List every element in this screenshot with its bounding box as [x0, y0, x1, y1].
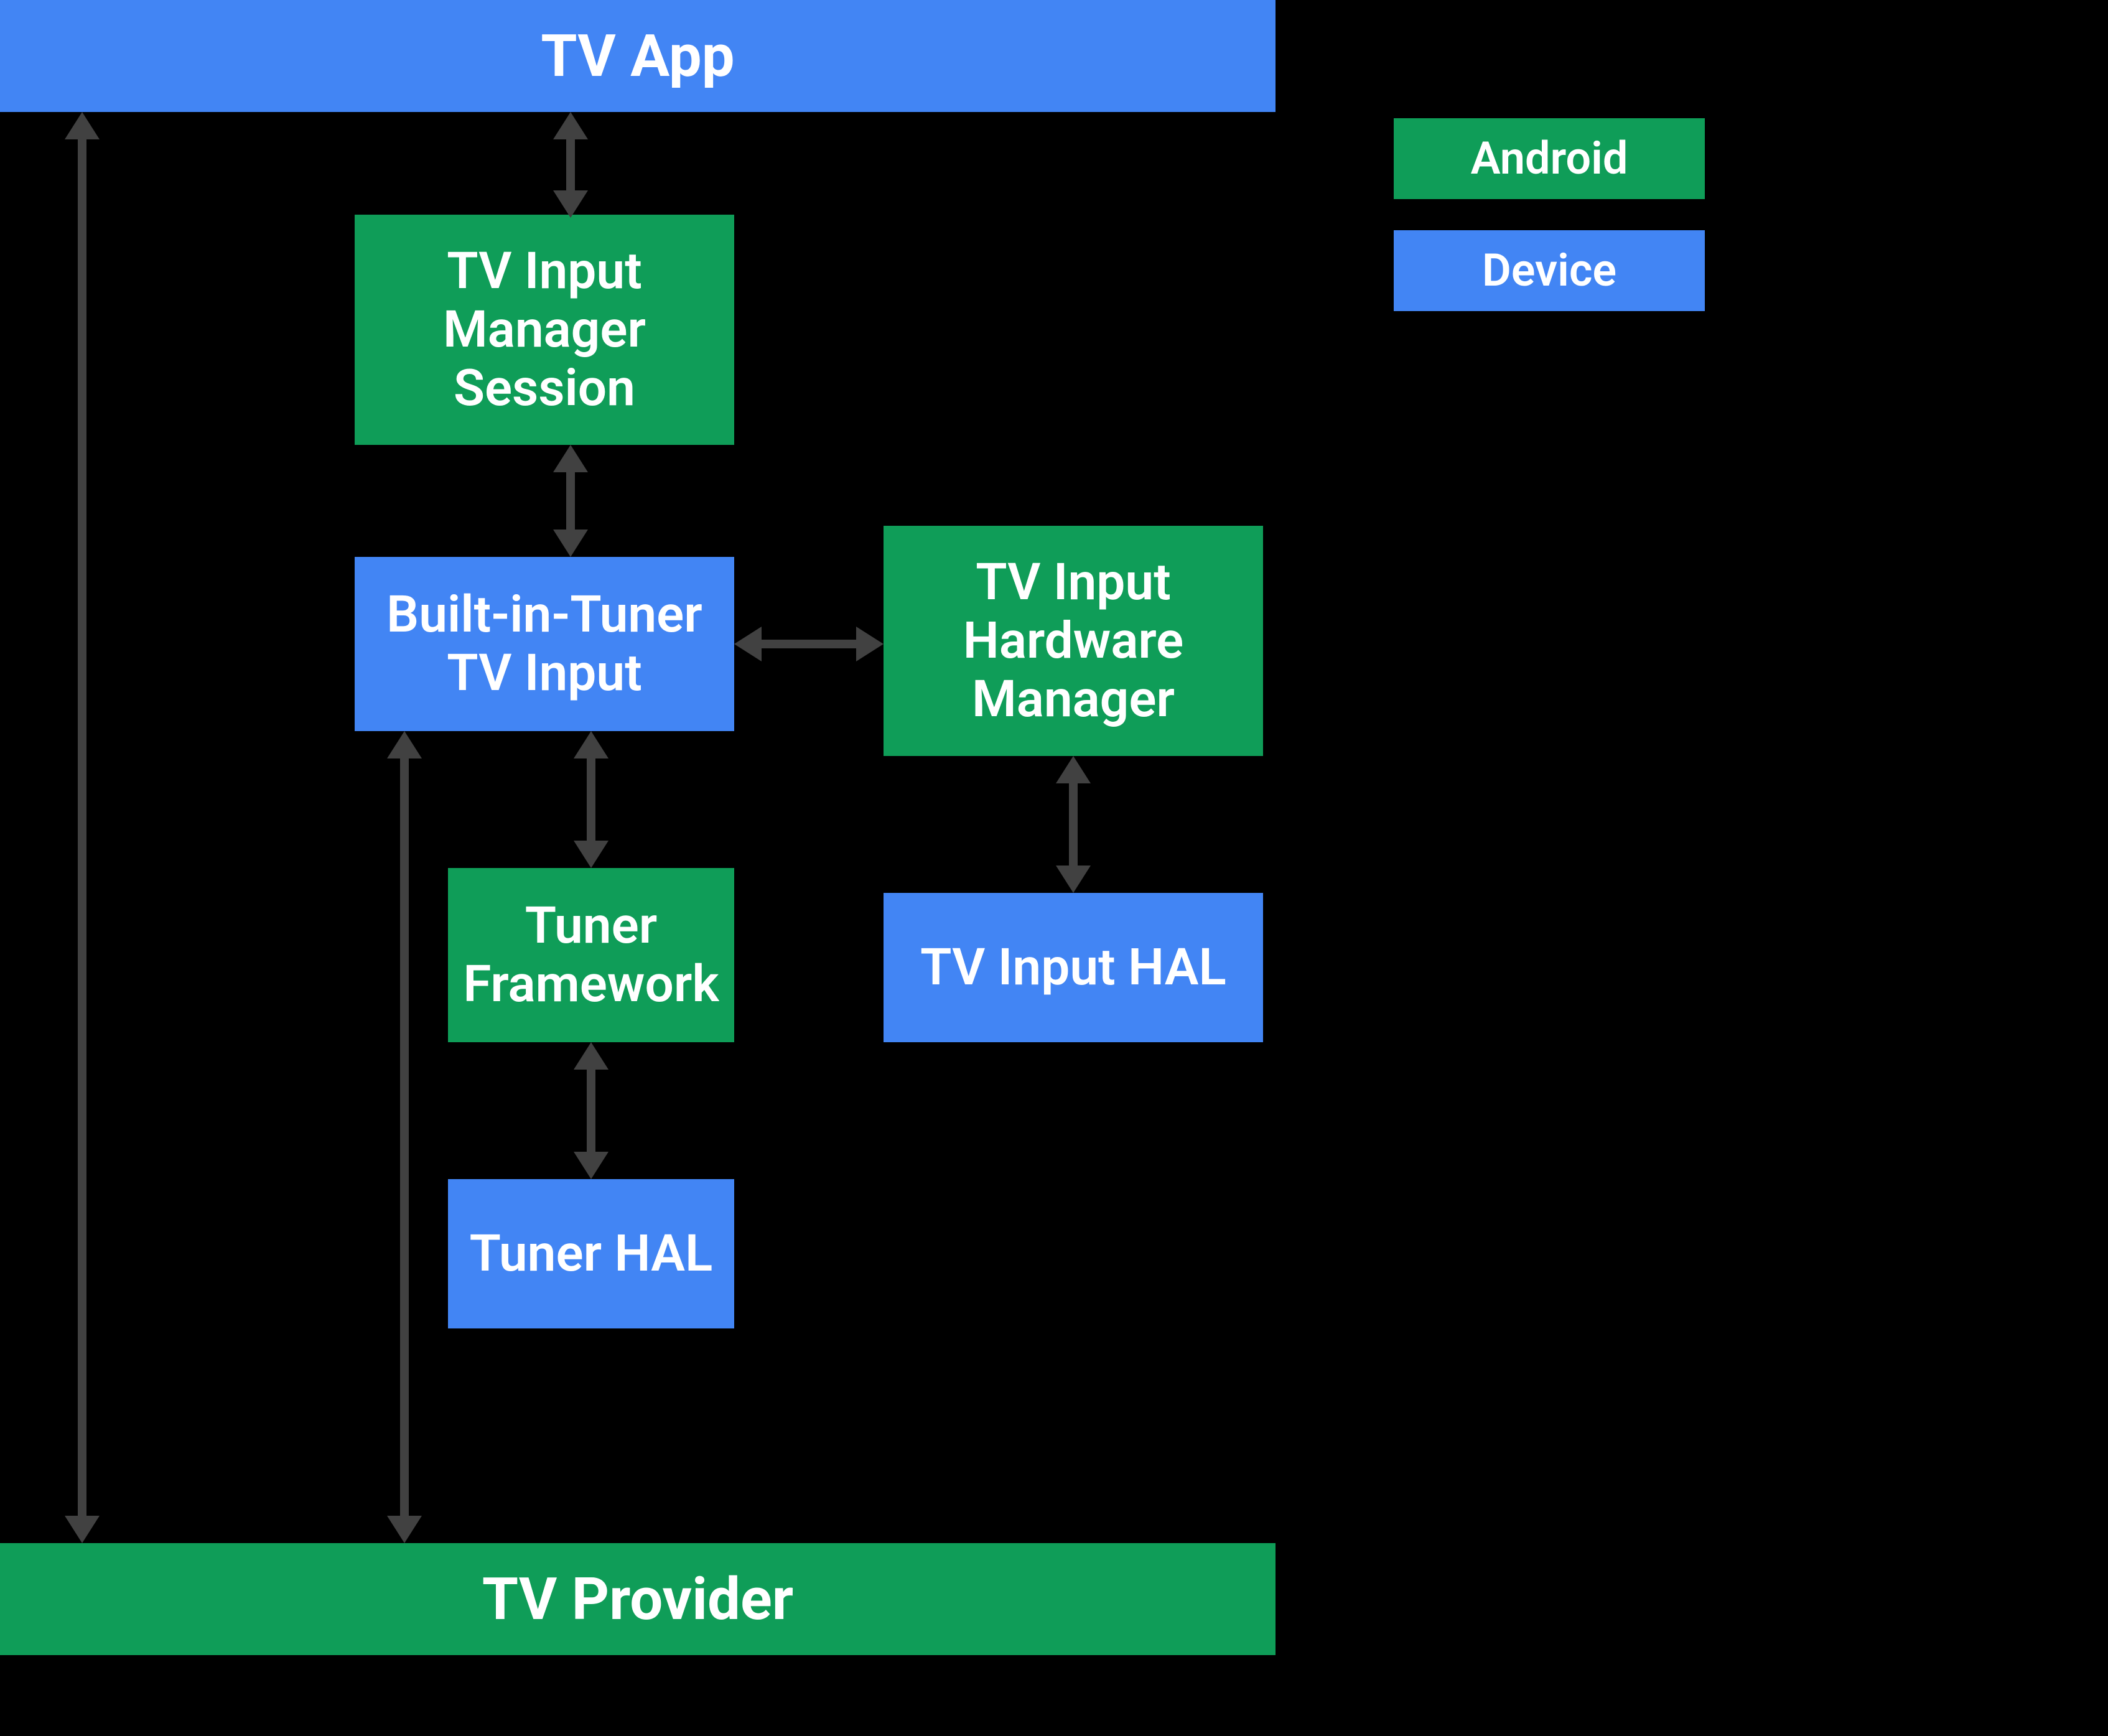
arrow-builtin-hwmgr — [758, 640, 860, 648]
arrowhead-down-icon — [1056, 866, 1091, 893]
arrowhead-up-icon — [387, 731, 422, 758]
arrowhead-up-icon — [574, 731, 609, 758]
arrow-framework-hal — [587, 1066, 595, 1155]
arrowhead-up-icon — [65, 112, 100, 139]
arrow-builtin-framework — [587, 755, 595, 844]
arrow-hwmgr-hal — [1069, 780, 1078, 869]
arrowhead-down-icon — [65, 1516, 100, 1543]
legend-device: Device — [1394, 230, 1705, 311]
node-built-in-tuner-tv-input: Built-in-Tuner TV Input — [355, 557, 734, 731]
node-tv-app: TV App — [0, 0, 1276, 112]
arrowhead-down-icon — [387, 1516, 422, 1543]
node-tv-input-manager-session: TV Input Manager Session — [355, 215, 734, 445]
arrowhead-up-icon — [1056, 756, 1091, 783]
node-tv-provider: TV Provider — [0, 1543, 1276, 1655]
arrowhead-up-icon — [553, 112, 588, 139]
arrowhead-right-icon — [856, 627, 884, 661]
node-tv-input-hal: TV Input HAL — [884, 893, 1263, 1042]
arrowhead-left-icon — [734, 627, 762, 661]
diagram-canvas: TV App TV Provider TV Input Manager Sess… — [0, 0, 2108, 1736]
arrowhead-down-icon — [553, 530, 588, 557]
arrow-session-tuner — [566, 469, 575, 533]
arrow-tvapp-provider — [78, 136, 86, 1519]
arrowhead-down-icon — [553, 190, 588, 218]
node-tuner-framework: Tuner Framework — [448, 868, 734, 1042]
arrow-tvapp-session — [566, 136, 575, 194]
legend-android: Android — [1394, 118, 1705, 199]
arrowhead-down-icon — [574, 1152, 609, 1179]
arrow-builtin-provider — [400, 755, 409, 1519]
arrowhead-up-icon — [574, 1042, 609, 1070]
node-tuner-hal: Tuner HAL — [448, 1179, 734, 1328]
node-tv-input-hardware-manager: TV Input Hardware Manager — [884, 526, 1263, 756]
arrowhead-down-icon — [574, 841, 609, 868]
arrowhead-up-icon — [553, 445, 588, 472]
